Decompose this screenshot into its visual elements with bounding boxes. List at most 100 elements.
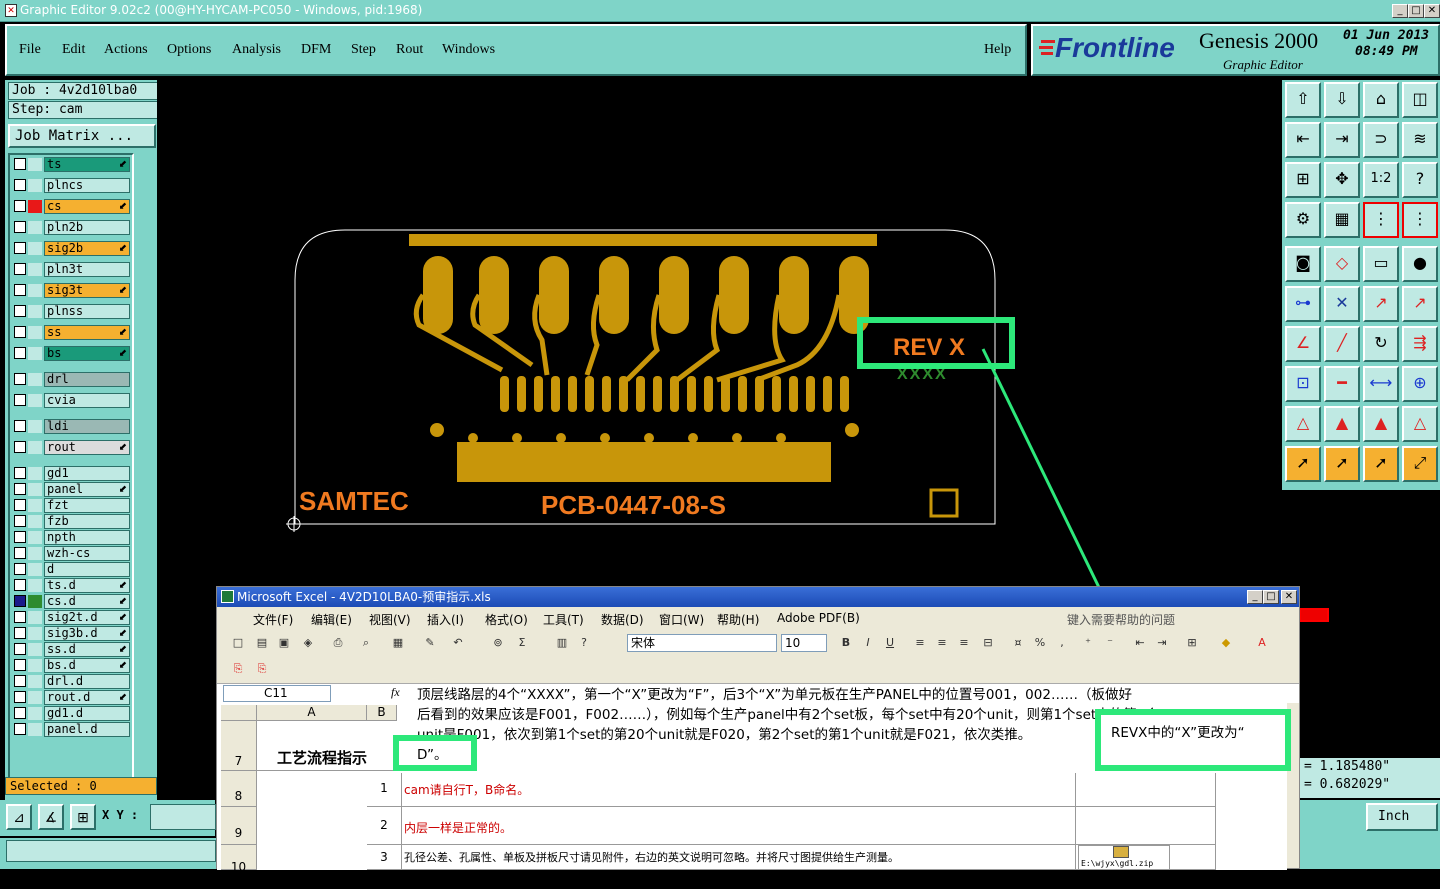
row-header-7[interactable]: 7 — [221, 721, 257, 771]
layer-checkbox[interactable] — [14, 547, 26, 559]
layer-swatch[interactable] — [28, 627, 42, 640]
row-header-9[interactable]: 9 — [221, 807, 257, 845]
layer-name[interactable]: drl.d — [44, 674, 130, 689]
layer-row-plnss[interactable]: plnss — [14, 304, 130, 319]
layer-row-sig3b.d[interactable]: sig3b.d ⬋ — [14, 626, 130, 641]
ruler-icon[interactable]: ▭ — [1363, 246, 1399, 282]
toolbar-btn-3[interactable]: ⌂ — [1363, 82, 1399, 118]
name-box[interactable]: C11 — [223, 685, 331, 702]
layer-row-gd1.d[interactable]: gd1.d — [14, 706, 130, 721]
cell-c9[interactable]: 内层一样是正常的。 — [402, 807, 1076, 845]
layer-swatch[interactable] — [28, 643, 42, 656]
layer-name[interactable]: npth — [44, 530, 130, 545]
layer-swatch[interactable] — [28, 659, 42, 672]
layer-checkbox[interactable] — [14, 611, 26, 623]
toolbar-btn-11[interactable]: 1:2 — [1363, 162, 1399, 198]
layer-checkbox[interactable] — [14, 347, 26, 359]
toolbar-btn-36[interactable]: △ — [1402, 406, 1438, 442]
toolbar-btn-1[interactable]: ⇧ — [1285, 82, 1321, 118]
layer-name[interactable]: rout ⬋ — [44, 440, 130, 455]
layer-row-ss.d[interactable]: ss.d ⬋ — [14, 642, 130, 657]
layer-checkbox[interactable] — [14, 531, 26, 543]
toolbar-btn-26[interactable]: ╱ — [1324, 326, 1360, 362]
layer-row-ldi[interactable]: ldi — [14, 419, 130, 434]
layer-name[interactable]: sig3t ⬋ — [44, 283, 130, 298]
layer-row-ts.d[interactable]: ts.d ⬋ — [14, 578, 130, 593]
layer-checkbox[interactable] — [14, 563, 26, 575]
layer-name[interactable]: ldi — [44, 419, 130, 434]
excel-menu-data[interactable]: 数据(D) — [601, 611, 644, 628]
open-icon[interactable]: ▤ — [253, 634, 271, 652]
layer-row-cs[interactable]: cs ⬋ — [14, 199, 130, 214]
excel-menu-file[interactable]: 文件(F) — [253, 611, 293, 628]
excel-menu-view[interactable]: 视图(V) — [369, 611, 411, 628]
bold-button[interactable]: B — [837, 634, 855, 652]
layer-row-ss[interactable]: ss ⬋ — [14, 325, 130, 340]
job-matrix-button[interactable]: Job Matrix ... — [8, 124, 156, 148]
layer-name[interactable]: cs.d ⬋ — [44, 594, 130, 609]
font-color-icon[interactable]: A — [1253, 634, 1271, 652]
grid-icon[interactable]: ▦ — [1324, 202, 1360, 238]
layer-name[interactable]: gd1.d — [44, 706, 130, 721]
comma-icon[interactable]: , — [1053, 634, 1071, 652]
layer-name[interactable]: fzt — [44, 498, 130, 513]
layer-checkbox[interactable] — [14, 305, 26, 317]
excel-menu-help[interactable]: 帮助(H) — [717, 611, 759, 628]
layer-name[interactable]: plncs — [44, 178, 130, 193]
print-icon[interactable]: ⎙ — [329, 634, 347, 652]
toolbar-btn-29[interactable]: ⊡ — [1285, 366, 1321, 402]
layer-checkbox[interactable] — [14, 373, 26, 385]
layer-row-cvia[interactable]: cvia — [14, 393, 130, 408]
minimize-button[interactable]: _ — [1392, 4, 1408, 18]
layer-checkbox[interactable] — [14, 242, 26, 254]
layer-swatch[interactable] — [28, 707, 42, 720]
layer-name[interactable]: drl — [44, 372, 130, 387]
layer-name[interactable]: cs ⬋ — [44, 199, 130, 214]
layer-checkbox[interactable] — [14, 515, 26, 527]
layer-name[interactable]: cvia — [44, 393, 130, 408]
layer-row-ts[interactable]: ts ⬋ — [14, 157, 130, 172]
toolbar-btn-5[interactable]: ⇤ — [1285, 122, 1321, 158]
toolbar-btn-6[interactable]: ⇥ — [1324, 122, 1360, 158]
layer-checkbox[interactable] — [14, 627, 26, 639]
toolbar-btn-18[interactable]: ◇ — [1324, 246, 1360, 282]
toolbar-btn-40[interactable]: ⤢ — [1402, 446, 1438, 482]
layer-row-bs.d[interactable]: bs.d ⬋ — [14, 658, 130, 673]
layer-swatch[interactable] — [28, 179, 42, 192]
help-icon-excel[interactable]: ? — [575, 634, 593, 652]
layer-row-d[interactable]: d — [14, 562, 130, 577]
layer-swatch[interactable] — [28, 531, 42, 544]
merge-icon[interactable]: ⊟ — [979, 634, 997, 652]
toolbar-btn-8[interactable]: ≋ — [1402, 122, 1438, 158]
paste-icon[interactable]: ▦ — [389, 634, 407, 652]
cell-a7[interactable]: 工艺流程指示 — [257, 721, 402, 771]
layer-checkbox[interactable] — [14, 467, 26, 479]
layer-checkbox[interactable] — [14, 691, 26, 703]
layer-checkbox[interactable] — [14, 595, 26, 607]
toolbar-btn-33[interactable]: △ — [1285, 406, 1321, 442]
pdf-icon[interactable]: ⎘ — [229, 660, 247, 678]
excel-restore-button[interactable]: □ — [1263, 590, 1279, 604]
toolbar-btn-22[interactable]: ✕ — [1324, 286, 1360, 322]
col-header-b[interactable]: B — [367, 705, 397, 721]
corner-cell[interactable] — [221, 705, 257, 721]
menu-file[interactable]: File — [19, 42, 41, 58]
layer-row-drl.d[interactable]: drl.d — [14, 674, 130, 689]
row-header-10[interactable]: 10 — [221, 845, 257, 874]
menu-edit[interactable]: Edit — [62, 42, 85, 58]
toolbar-btn-24[interactable]: ↗ — [1402, 286, 1438, 322]
layer-name[interactable]: sig2t.d ⬋ — [44, 610, 130, 625]
help-icon[interactable]: ? — [1402, 162, 1438, 198]
layer-row-panel.d[interactable]: panel.d — [14, 722, 130, 737]
layer-checkbox[interactable] — [14, 394, 26, 406]
layer-name[interactable]: fzb — [44, 514, 130, 529]
layer-row-fzb[interactable]: fzb — [14, 514, 130, 529]
toolbar-btn-15[interactable]: ⋮ — [1363, 202, 1399, 238]
layer-swatch[interactable] — [28, 483, 42, 496]
layer-swatch[interactable] — [28, 579, 42, 592]
layer-name[interactable]: pln3t — [44, 262, 130, 277]
toolbar-btn-13[interactable]: ⚙ — [1285, 202, 1321, 238]
fill-color-icon[interactable]: ◆ — [1217, 634, 1235, 652]
col-header-a[interactable]: A — [257, 705, 367, 721]
grid-snap-icon[interactable]: ⊞ — [70, 804, 96, 830]
